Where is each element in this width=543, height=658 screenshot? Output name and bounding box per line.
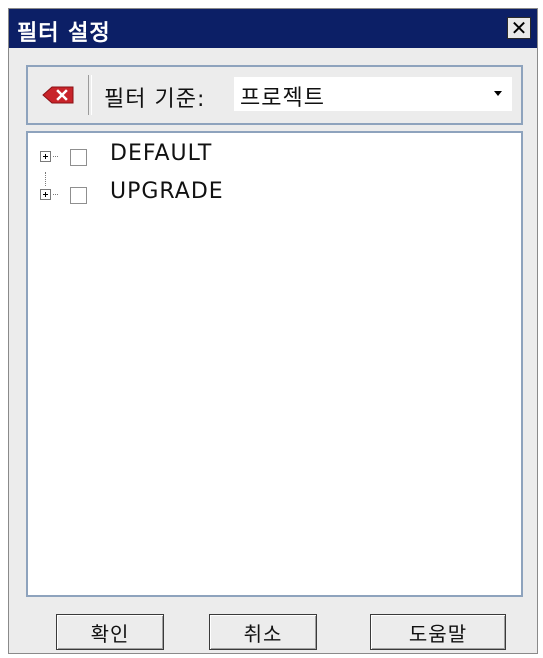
filter-criteria-label: 필터 기준: (104, 87, 206, 112)
help-button[interactable]: 도움말 (370, 614, 506, 650)
filter-criteria-select[interactable]: 프로젝트 (234, 77, 512, 111)
filter-criteria-value: 프로젝트 (240, 86, 325, 111)
chevron-down-icon (494, 91, 502, 96)
remove-filter-button[interactable] (34, 77, 82, 113)
remove-filter-icon (42, 86, 74, 104)
tree-node-label[interactable]: UPGRADE (110, 179, 224, 204)
tree-node-upgrade[interactable]: UPGRADE (28, 177, 521, 207)
dialog-title: 필터 설정 (17, 21, 111, 46)
title-bar[interactable]: 필터 설정 ✕ (9, 9, 537, 48)
project-tree: DEFAULT UPGRADE (26, 131, 523, 597)
tree-node-label[interactable]: DEFAULT (110, 141, 212, 166)
tree-connector (53, 194, 58, 196)
expand-icon[interactable] (40, 151, 51, 162)
close-icon: ✕ (510, 16, 528, 40)
cancel-button[interactable]: 취소 (209, 614, 317, 650)
toolbar-separator (88, 75, 92, 115)
tree-node-checkbox[interactable] (70, 149, 87, 166)
tree-node-checkbox[interactable] (70, 187, 87, 204)
expand-icon[interactable] (40, 189, 51, 200)
ok-button[interactable]: 확인 (56, 614, 164, 650)
close-button[interactable]: ✕ (507, 17, 531, 39)
tree-connector (53, 156, 58, 158)
filter-toolbar: 필터 기준: 프로젝트 (26, 65, 523, 125)
tree-node-default[interactable]: DEFAULT (28, 139, 521, 186)
filter-settings-dialog: 필터 설정 ✕ 필터 기준: 프로젝트 DEFAULT UPGRADE 확인 취… (8, 8, 538, 654)
